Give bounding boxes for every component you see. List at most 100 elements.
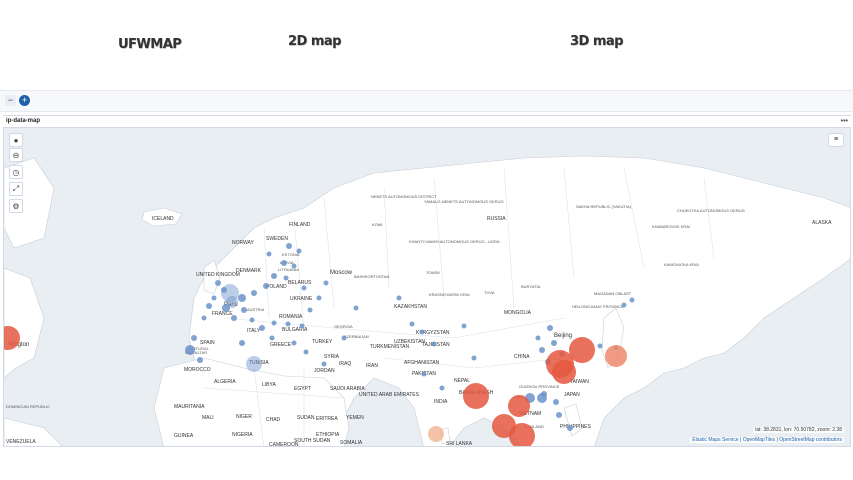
- marker-blue-28[interactable]: [201, 315, 207, 321]
- brand-logo[interactable]: UFWMAP: [118, 37, 182, 52]
- marker-blue-4[interactable]: [291, 263, 297, 269]
- map-label-united-kingdom: UNITED KINGDOM: [196, 272, 240, 278]
- marker-blue-39[interactable]: [353, 305, 359, 311]
- marker-blue-47[interactable]: [471, 355, 477, 361]
- marker-blue-43[interactable]: [431, 341, 437, 347]
- map-label-mali: MALI: [202, 415, 214, 421]
- nav-link-2d-map[interactable]: 2D map: [288, 34, 342, 49]
- marker-blue-40[interactable]: [396, 295, 402, 301]
- marker-blue-37[interactable]: [321, 361, 327, 367]
- marker-blue-38[interactable]: [341, 335, 347, 341]
- marker-blue-56[interactable]: [556, 412, 562, 418]
- marker-blue-27[interactable]: [206, 303, 212, 309]
- marker-blue-18[interactable]: [285, 321, 291, 327]
- marker-blue-25[interactable]: [221, 287, 227, 293]
- map-label-ukraine: UKRAINE: [290, 296, 313, 302]
- map-label-khanty-mansi-autonomous-okrug-ugra: KHANTY-MANSI AUTONOMOUS OKRUG - UGRA: [409, 239, 500, 244]
- marker-blue-16[interactable]: [259, 325, 265, 331]
- map-label-beijing: Beijing: [554, 333, 572, 339]
- zoom-in-icon[interactable]: ●: [9, 133, 23, 147]
- collapse-button[interactable]: −: [5, 95, 16, 106]
- draw-line-icon[interactable]: ⤢: [9, 182, 23, 196]
- map-label-sudan: SUDAN: [297, 415, 315, 421]
- marker-blue-62[interactable]: [541, 391, 547, 397]
- marker-blue-30[interactable]: [185, 345, 195, 355]
- map-label-bashkortostan: BASHKORTOSTAN: [354, 274, 389, 279]
- marker-red-4[interactable]: [463, 383, 489, 409]
- map-svg[interactable]: ICELANDNORWAYFINLANDSWEDENESTONIALATVIAL…: [4, 128, 851, 447]
- marker-blue-34[interactable]: [269, 335, 275, 341]
- marker-blue-6[interactable]: [283, 275, 289, 281]
- marker-blue-57[interactable]: [567, 425, 573, 431]
- marker-blue-9[interactable]: [238, 294, 246, 302]
- marker-blue-3[interactable]: [266, 251, 272, 257]
- marker-blue-1[interactable]: [296, 248, 302, 254]
- marker-blue-52[interactable]: [547, 325, 553, 331]
- marker-red-8[interactable]: [605, 345, 627, 367]
- map-label-france: FRANCE: [212, 311, 233, 317]
- marker-blue-48[interactable]: [535, 335, 541, 341]
- marker-blue-5[interactable]: [271, 273, 277, 279]
- marker-blue-45[interactable]: [439, 385, 445, 391]
- marker-blue-35[interactable]: [291, 340, 297, 346]
- marker-blue-44[interactable]: [421, 371, 427, 377]
- map-canvas[interactable]: ICELANDNORWAYFINLANDSWEDENESTONIALATVIAL…: [3, 127, 851, 447]
- map-label-dominican-republic: DOMINICAN REPUBLIC: [6, 404, 50, 409]
- marker-blue-26[interactable]: [211, 295, 217, 301]
- marker-red-9[interactable]: [428, 426, 444, 442]
- add-button[interactable]: +: [19, 95, 30, 106]
- map-label-estonia: ESTONIA: [282, 252, 300, 257]
- map-label-chad: CHAD: [266, 417, 281, 423]
- attribution-link-openmaptiles[interactable]: OpenMapTiles: [743, 437, 775, 443]
- zoom-out-icon[interactable]: ⊖: [9, 148, 23, 162]
- marker-blue-19[interactable]: [299, 323, 305, 329]
- marker-blue-23[interactable]: [301, 285, 307, 291]
- ellipsis-icon[interactable]: •••: [841, 116, 848, 127]
- marker-blue-22[interactable]: [323, 280, 329, 286]
- marker-blue-59[interactable]: [629, 297, 635, 303]
- reset-view-icon[interactable]: ◷: [9, 165, 23, 179]
- marker-blue-60[interactable]: [597, 343, 603, 349]
- marker-blue-14[interactable]: [241, 307, 247, 313]
- marker-red-3[interactable]: [552, 360, 576, 384]
- map-label-jordan: JORDAN: [314, 368, 335, 374]
- map-label-nepal: NEPAL: [454, 378, 470, 384]
- map-label-moscow: Moscow: [330, 270, 353, 276]
- layers-icon[interactable]: ≡: [828, 133, 844, 147]
- attribution-link-ems[interactable]: Elastic Maps Service: [692, 437, 738, 443]
- map-label-bulgaria: BULGARIA: [282, 327, 308, 333]
- tools-icon[interactable]: ⚙: [9, 199, 23, 213]
- map-label-mauritania: MAURITANIA: [174, 404, 205, 410]
- map-attribution: Elastic Maps Service | OpenMapTiles | Op…: [690, 437, 844, 443]
- marker-blue-0[interactable]: [286, 243, 292, 249]
- marker-blue-31[interactable]: [197, 357, 203, 363]
- nav-link-3d-map[interactable]: 3D map: [570, 34, 624, 49]
- map-label-belarus: BELARUS: [288, 280, 312, 286]
- marker-blue-51[interactable]: [551, 340, 557, 346]
- marker-blue-8[interactable]: [251, 290, 257, 296]
- marker-blue-24[interactable]: [215, 280, 221, 286]
- map-label-yemen: YEMEN: [346, 415, 364, 421]
- marker-blue-41[interactable]: [409, 321, 415, 327]
- marker-blue-13[interactable]: [231, 315, 237, 321]
- marker-red-5[interactable]: [508, 395, 530, 417]
- map-label-libya: LIBYA: [262, 382, 276, 388]
- marker-blue-58[interactable]: [621, 302, 627, 308]
- marker-blue-12[interactable]: [222, 304, 230, 312]
- marker-blue-33[interactable]: [239, 340, 245, 346]
- attribution-link-osm[interactable]: OpenStreetMap contributors: [779, 437, 842, 443]
- marker-blue-63[interactable]: [553, 399, 559, 405]
- marker-blue-32[interactable]: [246, 356, 262, 372]
- marker-blue-36[interactable]: [303, 349, 309, 355]
- marker-blue-15[interactable]: [249, 317, 255, 323]
- marker-blue-46[interactable]: [461, 323, 467, 329]
- marker-blue-29[interactable]: [191, 335, 197, 341]
- marker-blue-2[interactable]: [281, 260, 287, 266]
- marker-blue-20[interactable]: [307, 307, 313, 313]
- map-label-russia: RUSSIA: [487, 216, 506, 222]
- marker-blue-17[interactable]: [271, 320, 277, 326]
- marker-blue-7[interactable]: [263, 283, 269, 289]
- marker-blue-42[interactable]: [419, 329, 425, 335]
- marker-blue-49[interactable]: [539, 347, 545, 353]
- marker-blue-21[interactable]: [316, 295, 322, 301]
